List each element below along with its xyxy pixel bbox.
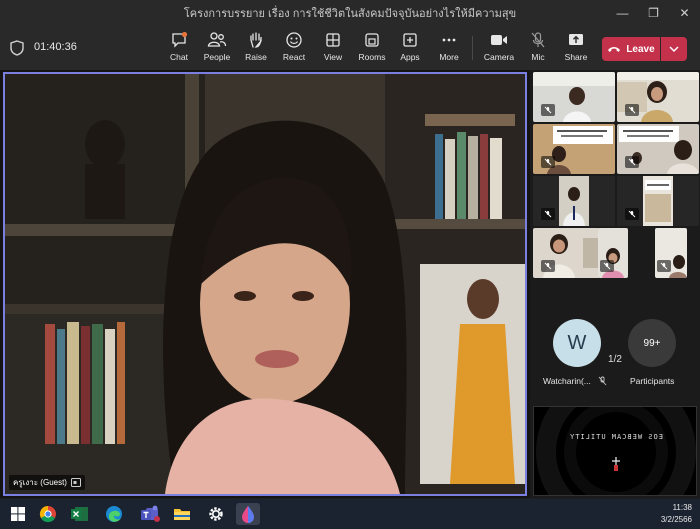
- gallery-tile[interactable]: [598, 228, 628, 278]
- raise-label: Raise: [245, 52, 267, 62]
- chevron-down-icon: [669, 46, 679, 53]
- close-icon[interactable]: ✕: [669, 0, 700, 26]
- webcam-utility-label: EOS WEBCAM UTILITY: [569, 433, 663, 441]
- mic-off-icon: [625, 208, 639, 220]
- toolbar-divider: [472, 36, 473, 60]
- attendee-name: Watcharin(...: [543, 376, 591, 386]
- mic-off-icon: [541, 104, 555, 116]
- self-view-tile[interactable]: EOS WEBCAM UTILITY: [533, 406, 697, 496]
- meeting-timer: 01:40:36: [34, 41, 77, 53]
- avatar-initial: W: [567, 331, 587, 354]
- rooms-icon: [361, 30, 383, 50]
- gallery-tile[interactable]: [617, 124, 699, 174]
- excel-icon[interactable]: [68, 503, 92, 525]
- react-button[interactable]: React: [272, 30, 316, 68]
- grid-view-icon: [322, 30, 344, 50]
- leave-label: Leave: [626, 43, 655, 55]
- mic-off-icon: [625, 104, 639, 116]
- gallery-tile[interactable]: [533, 72, 615, 122]
- gallery-tile[interactable]: [533, 176, 615, 226]
- guest-badge-icon: [70, 478, 81, 487]
- camera-label: Camera: [483, 52, 515, 62]
- people-icon: [206, 30, 228, 50]
- meeting-toolbar: 01:40:36 Chat People Raise React View Ro: [0, 26, 700, 70]
- teams-icon[interactable]: [138, 503, 162, 525]
- chrome-icon[interactable]: [36, 503, 60, 525]
- avatar[interactable]: W: [553, 319, 601, 367]
- meeting-stage: ครูเงาะ (Guest): [0, 70, 530, 498]
- chat-label: Chat: [170, 52, 188, 62]
- share-button[interactable]: Share: [554, 30, 598, 68]
- participant-name: ครูเงาะ (Guest): [13, 478, 67, 487]
- gallery-tile[interactable]: [617, 176, 699, 226]
- paint-drop-icon[interactable]: [236, 503, 260, 525]
- leave-button[interactable]: Leave: [602, 37, 660, 61]
- leave-options-button[interactable]: [661, 37, 687, 61]
- clock-time: 11:38: [672, 503, 692, 512]
- mic-off-icon: [657, 260, 671, 272]
- camera-lens-graphic: [536, 407, 696, 495]
- restore-icon[interactable]: ❐: [638, 0, 669, 26]
- start-icon[interactable]: [6, 503, 30, 525]
- mic-off-icon: [541, 208, 555, 220]
- mic-off-icon: [598, 376, 607, 386]
- camera-button[interactable]: Camera: [477, 30, 521, 68]
- raise-hand-icon: [245, 30, 267, 50]
- view-button[interactable]: View: [311, 30, 355, 68]
- minimize-icon[interactable]: —: [607, 0, 638, 26]
- window-title: โครงการบรรยาย เรื่อง การใช้ชีวิตในสังคมป…: [183, 8, 517, 20]
- mic-off-icon: [600, 260, 614, 272]
- speaker-video-feed: [5, 74, 525, 494]
- people-label: People: [203, 52, 231, 62]
- gallery-tile[interactable]: [533, 124, 615, 174]
- share-icon: [565, 30, 587, 50]
- mic-label: Mic: [531, 52, 545, 62]
- apps-button[interactable]: Apps: [388, 30, 432, 68]
- title-bar: โครงการบรรยาย เรื่อง การใช้ชีวิตในสังคมป…: [0, 0, 700, 26]
- shield-icon: [10, 40, 24, 56]
- add-apps-icon: [399, 30, 421, 50]
- camera-icon: [488, 30, 510, 50]
- window-controls: — ❐ ✕: [607, 0, 700, 26]
- participants-count-button[interactable]: 99+: [628, 319, 676, 367]
- react-label: React: [282, 52, 306, 62]
- share-label: Share: [564, 52, 588, 62]
- page-indicator: 1/2: [608, 353, 622, 365]
- more-label: More: [439, 52, 459, 62]
- mic-off-icon: [527, 30, 549, 50]
- mic-off-icon: [541, 156, 555, 168]
- participants-label: Participants: [630, 376, 675, 386]
- edge-icon[interactable]: [102, 503, 126, 525]
- gallery-tile[interactable]: [617, 72, 699, 122]
- smiley-icon: [283, 30, 305, 50]
- mic-off-icon: [625, 156, 639, 168]
- more-button[interactable]: More: [427, 30, 471, 68]
- system-clock[interactable]: 11:38 3/2/2566: [661, 502, 692, 526]
- mic-off-icon: [541, 260, 555, 272]
- chat-icon: [168, 30, 190, 50]
- people-button[interactable]: People: [195, 30, 239, 68]
- apps-label: Apps: [400, 52, 420, 62]
- gallery-tile[interactable]: [655, 228, 687, 278]
- clock-date: 3/2/2566: [660, 515, 692, 524]
- phone-hangup-icon: [608, 47, 621, 52]
- more-icon: [438, 30, 460, 50]
- gallery-panel: ‹ 1/2 › W 99+ Watcharin(... Participants…: [530, 70, 700, 498]
- participants-count: 99+: [643, 337, 661, 349]
- file-explorer-icon[interactable]: [170, 503, 194, 525]
- view-label: View: [323, 52, 343, 62]
- participant-name-chip: ครูเงาะ (Guest): [9, 475, 85, 490]
- rooms-label: Rooms: [358, 52, 386, 62]
- windows-taskbar: 11:38 3/2/2566: [0, 499, 700, 529]
- settings-icon[interactable]: [204, 503, 228, 525]
- main-video-tile[interactable]: ครูเงาะ (Guest): [3, 72, 527, 496]
